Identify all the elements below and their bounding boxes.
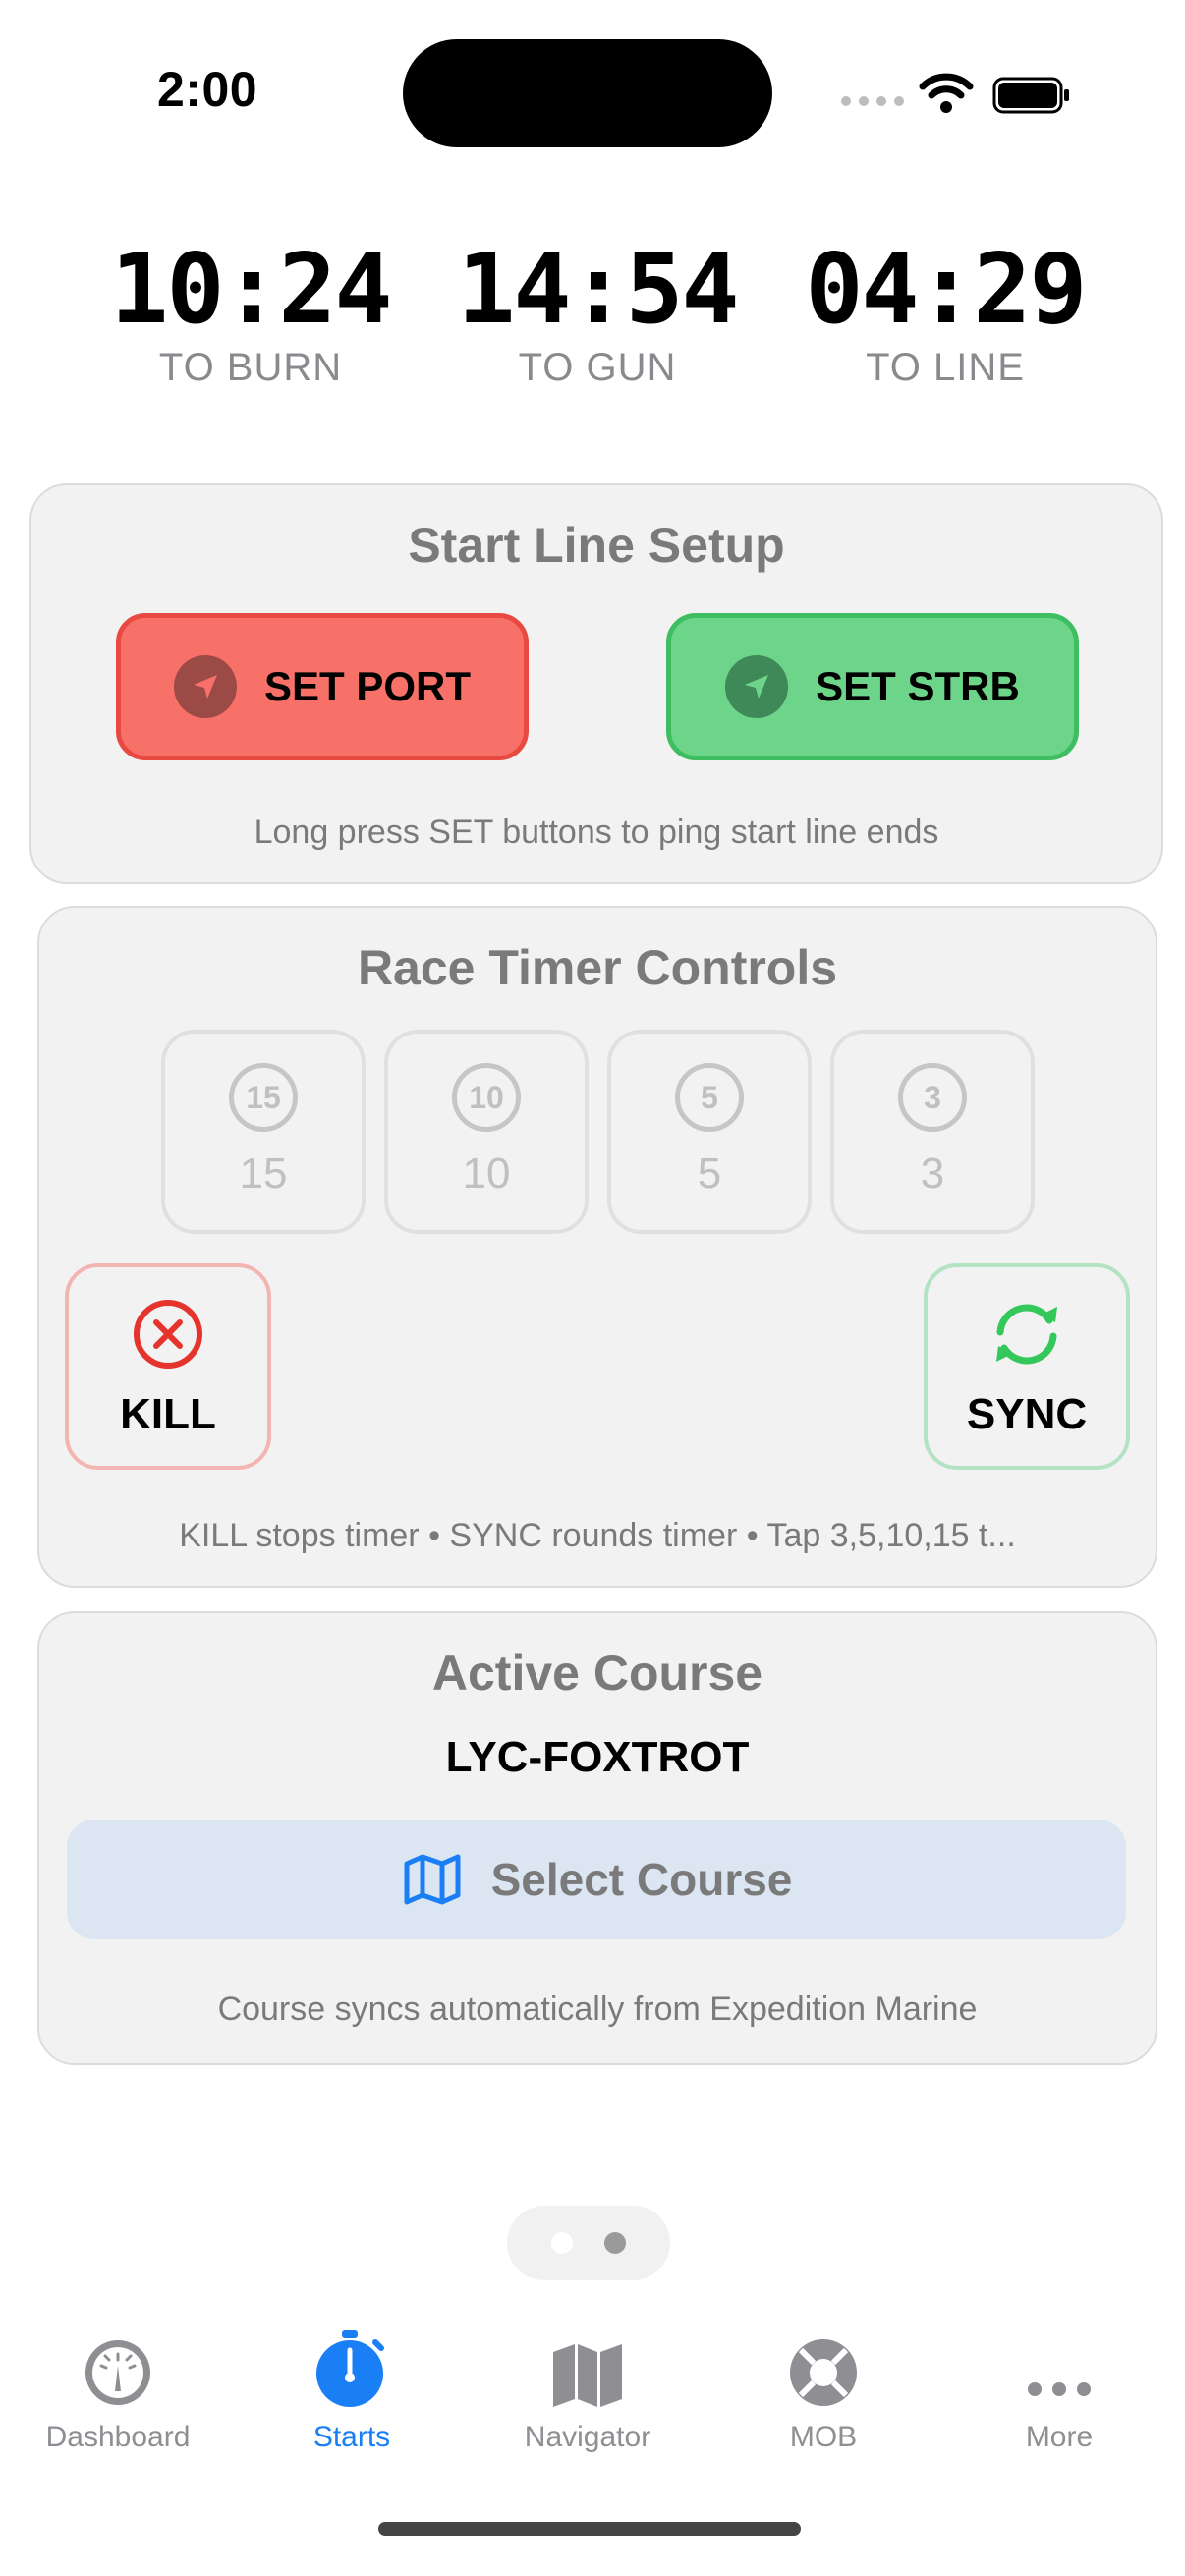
stopwatch-icon [316, 2330, 384, 2407]
active-course-card: Active Course LYC-FOXTROT Select Course … [37, 1611, 1157, 2065]
race-timer-note: KILL stops timer • SYNC rounds timer • T… [179, 1517, 1016, 1554]
timer-to-burn: 10:24 TO BURN [84, 236, 418, 390]
kill-button[interactable]: KILL [65, 1263, 271, 1470]
ellipsis-icon [1028, 2382, 1091, 2396]
timer-value: 10:24 [110, 234, 392, 346]
preset-5-button[interactable]: 5 5 [607, 1030, 812, 1234]
card-title: Race Timer Controls [357, 940, 838, 995]
number-10-circle-icon: 10 [452, 1063, 521, 1132]
sync-arrows-icon [996, 1304, 1057, 1365]
battery-icon [992, 77, 1069, 114]
map-icon [553, 2344, 622, 2407]
tab-bar: Dashboard Starts Navigator MOB More [0, 2319, 1185, 2515]
kill-label: KILL [120, 1390, 216, 1438]
preset-label: 5 [697, 1149, 722, 1198]
select-course-button[interactable]: Select Course [67, 1820, 1126, 1939]
dynamic-island [403, 39, 772, 147]
gauge-icon [85, 2340, 150, 2405]
race-timer-controls-card: Race Timer Controls 15 15 10 10 5 5 3 3 … [37, 906, 1157, 1588]
map-icon [404, 1854, 461, 1905]
timer-to-gun: 14:54 TO GUN [430, 236, 764, 390]
wifi-icon [919, 73, 974, 113]
start-line-note: Long press SET buttons to ping start lin… [254, 813, 939, 851]
preset-label: 10 [462, 1149, 511, 1198]
set-strb-label: SET STRB [816, 663, 1020, 709]
course-name: LYC-FOXTROT [445, 1733, 750, 1781]
tab-label: More [1025, 2421, 1094, 2453]
tab-label: Starts [312, 2421, 391, 2453]
timer-label: TO LINE [866, 346, 1025, 389]
tab-mob[interactable]: MOB [705, 2319, 941, 2454]
home-indicator[interactable] [378, 2522, 801, 2536]
tab-navigator[interactable]: Navigator [470, 2319, 705, 2454]
preset-15-button[interactable]: 15 15 [161, 1030, 366, 1234]
card-title: Active Course [431, 1646, 763, 1701]
timer-label: TO BURN [158, 346, 343, 389]
countdown-timers: 10:24 TO BURN 14:54 TO GUN 04:29 TO LINE [0, 236, 1185, 413]
course-note: Course syncs automatically from Expediti… [217, 1990, 978, 2028]
start-line-setup-card: Start Line Setup SET PORT SET STRB Long … [29, 483, 1163, 884]
sync-label: SYNC [966, 1390, 1088, 1438]
preset-label: 3 [920, 1149, 945, 1198]
tab-more[interactable]: More [941, 2319, 1177, 2454]
preset-10-button[interactable]: 10 10 [384, 1030, 589, 1234]
preset-3-button[interactable]: 3 3 [830, 1030, 1035, 1234]
number-15-circle-icon: 15 [229, 1063, 298, 1132]
timer-label: TO GUN [518, 346, 677, 389]
location-arrow-icon [173, 655, 237, 718]
timer-value: 04:29 [805, 234, 1087, 346]
cellular-signal-icon [841, 96, 904, 106]
location-arrow-icon [725, 655, 789, 718]
status-time: 2:00 [157, 62, 258, 117]
number-5-circle-icon: 5 [675, 1063, 744, 1132]
number-3-circle-icon: 3 [898, 1063, 967, 1132]
set-port-label: SET PORT [263, 663, 472, 709]
preset-label: 15 [239, 1149, 288, 1198]
timer-value: 14:54 [457, 234, 739, 346]
tab-label: Dashboard [45, 2421, 191, 2453]
set-port-button[interactable]: SET PORT [116, 613, 529, 760]
tab-label: Navigator [524, 2421, 651, 2453]
tab-starts[interactable]: Starts [234, 2319, 470, 2454]
tab-label: MOB [789, 2421, 858, 2453]
timer-to-line: 04:29 TO LINE [778, 236, 1112, 390]
lifebuoy-icon [790, 2339, 857, 2406]
page-indicator[interactable] [507, 2206, 670, 2280]
sync-button[interactable]: SYNC [924, 1263, 1130, 1470]
select-course-label: Select Course [490, 1854, 793, 1905]
page-dot-active[interactable] [604, 2232, 626, 2254]
page-dot[interactable] [551, 2232, 573, 2254]
tab-dashboard[interactable]: Dashboard [0, 2319, 236, 2454]
set-strb-button[interactable]: SET STRB [666, 613, 1079, 760]
x-circle-icon [134, 1300, 202, 1369]
card-title: Start Line Setup [408, 518, 785, 573]
